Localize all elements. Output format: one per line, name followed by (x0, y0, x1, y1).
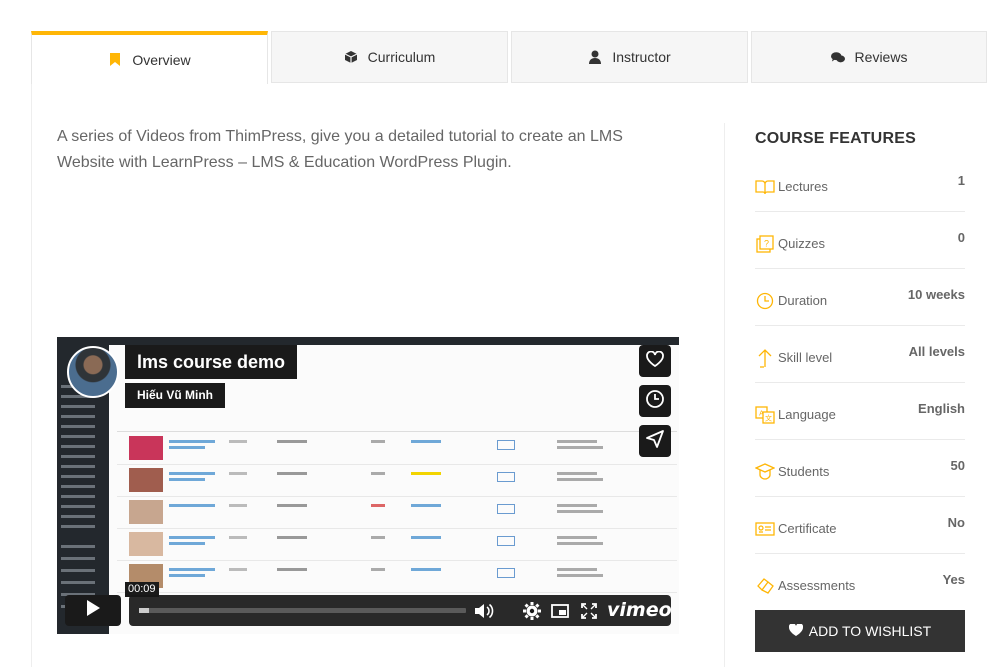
video-progress-bar[interactable] (139, 608, 466, 613)
course-tabs: Overview Curriculum Instructor Reviews (31, 31, 987, 84)
course-description: A series of Videos from ThimPress, give … (57, 128, 623, 171)
video-frame-row (117, 432, 677, 465)
feature-language: A文 Language English (755, 383, 965, 440)
level-icon (755, 348, 775, 368)
tab-label: Overview (132, 51, 191, 68)
svg-text:文: 文 (765, 414, 772, 423)
cube-icon (344, 50, 358, 64)
tab-overview[interactable]: Overview (31, 31, 268, 84)
fullscreen-icon[interactable] (579, 601, 599, 621)
settings-gear-icon[interactable] (522, 601, 542, 621)
feature-value: All levels (908, 344, 965, 359)
feature-value: 1 (957, 173, 965, 188)
students-icon (755, 462, 775, 482)
heart-icon (646, 350, 664, 372)
feature-label: Duration (778, 293, 828, 308)
volume-icon[interactable] (474, 601, 494, 621)
book-icon (755, 177, 775, 197)
feature-label: Assessments (778, 578, 856, 593)
clock-icon (645, 389, 665, 414)
tab-instructor[interactable]: Instructor (511, 31, 748, 83)
video-progress-fill (139, 608, 149, 613)
feature-value: No (947, 515, 965, 530)
play-button[interactable] (65, 595, 121, 626)
feature-value: 0 (957, 230, 965, 245)
language-icon: A文 (755, 405, 775, 425)
feature-label: Certificate (778, 521, 837, 536)
video-frame-row (117, 496, 677, 529)
video-frame-admin-bar (57, 337, 679, 345)
like-button[interactable] (639, 345, 671, 377)
wishlist-label: ADD TO WISHLIST (808, 623, 932, 639)
video-frame-row (117, 528, 677, 561)
video-frame-row (117, 464, 677, 497)
feature-skill-level: Skill level All levels (755, 326, 965, 383)
quiz-icon: ? (755, 234, 775, 254)
feature-value: 50 (950, 458, 965, 473)
svg-text:A: A (759, 411, 764, 418)
feature-label: Skill level (778, 350, 833, 365)
feature-value: English (918, 401, 965, 416)
column-divider (724, 123, 725, 667)
feature-value: Yes (942, 572, 965, 587)
feature-assessments: Assessments Yes (755, 554, 965, 611)
tab-label: Instructor (612, 49, 671, 65)
picture-in-picture-icon[interactable] (550, 601, 570, 621)
video-controls: vimeo (129, 595, 672, 626)
feature-label: Students (778, 464, 830, 479)
video-author[interactable]: Hiếu Vũ Minh (125, 383, 225, 408)
vimeo-logo[interactable]: vimeo (607, 599, 672, 621)
comments-icon (830, 50, 845, 64)
feature-label: Lectures (778, 179, 828, 194)
tab-reviews[interactable]: Reviews (751, 31, 987, 83)
feature-value: 10 weeks (907, 287, 965, 302)
certificate-icon (755, 519, 775, 539)
tab-curriculum[interactable]: Curriculum (271, 31, 508, 83)
paper-plane-icon (646, 429, 664, 453)
watch-later-button[interactable] (639, 385, 671, 417)
feature-label: Quizzes (778, 236, 825, 251)
course-features-title: COURSE FEATURES (755, 130, 916, 147)
feature-duration: Duration 10 weeks (755, 269, 965, 326)
feature-certificate: Certificate No (755, 497, 965, 554)
feature-quizzes: ? Quizzes 0 (755, 212, 965, 269)
share-button[interactable] (639, 425, 671, 457)
feature-label: Language (778, 407, 836, 422)
bookmark-icon (108, 53, 122, 67)
video-frame-table-head (117, 421, 677, 432)
svg-text:?: ? (764, 239, 769, 249)
video-frame-row (117, 560, 677, 593)
add-to-wishlist-button[interactable]: ADD TO WISHLIST (755, 610, 965, 652)
video-title[interactable]: lms course demo (125, 345, 298, 379)
tab-label: Reviews (854, 49, 908, 65)
clock-icon (755, 291, 775, 311)
feature-students: Students 50 (755, 440, 965, 497)
tab-label: Curriculum (367, 49, 436, 65)
play-icon (85, 599, 101, 622)
heart-icon (788, 623, 803, 639)
feature-lectures: Lectures 1 (755, 155, 965, 212)
assessment-icon (755, 576, 775, 596)
user-icon (588, 50, 602, 64)
video-author-avatar[interactable] (67, 346, 119, 398)
